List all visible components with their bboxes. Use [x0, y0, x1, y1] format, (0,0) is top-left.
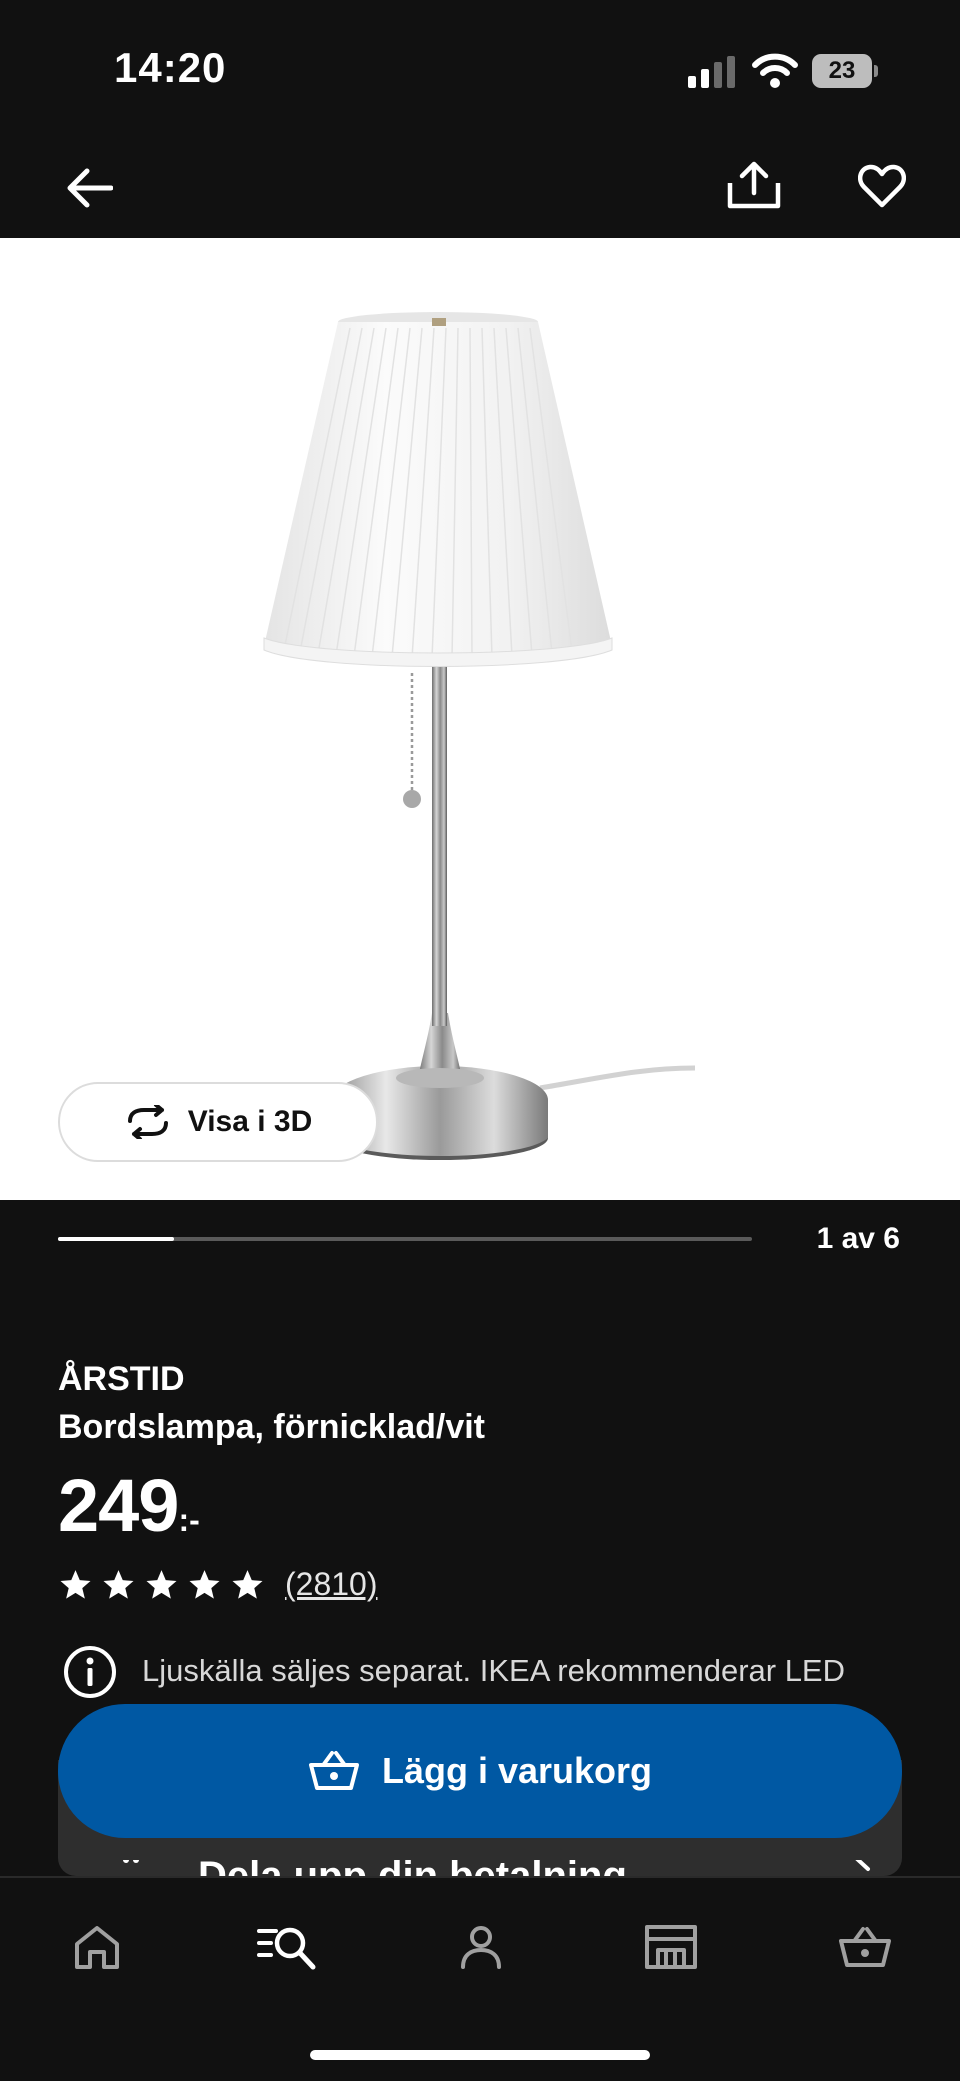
- payment-options-row[interactable]: Dela upp din betalning: [86, 1860, 886, 1876]
- search-list-icon: [257, 1927, 316, 1970]
- store-icon: [645, 1925, 697, 1969]
- carousel-progress-fill: [58, 1237, 174, 1241]
- payment-options-label: Dela upp din betalning: [198, 1860, 627, 1876]
- profile-icon: [461, 1926, 501, 1969]
- image-counter: 1 av 6: [816, 1222, 900, 1255]
- tab-profile[interactable]: [446, 1912, 516, 1982]
- home-icon: [75, 1926, 119, 1969]
- payment-icon: [123, 1860, 139, 1863]
- bottom-tab-bar: [0, 1876, 960, 2081]
- tab-stores[interactable]: [636, 1912, 706, 1982]
- table-lamp-image: [263, 312, 696, 1160]
- home-indicator[interactable]: [310, 2050, 650, 2060]
- price-suffix: :-: [178, 1502, 200, 1538]
- cart-icon: [839, 1927, 891, 1967]
- wifi-icon: [752, 53, 798, 88]
- star-icon: [189, 1569, 220, 1599]
- star-icon: [103, 1569, 134, 1599]
- signal-icon: [688, 56, 735, 88]
- tab-cart[interactable]: [830, 1912, 900, 1982]
- tab-home[interactable]: [62, 1912, 132, 1982]
- star-icon: [60, 1569, 91, 1599]
- price-value: 249: [58, 1464, 179, 1547]
- top-nav-bar: [0, 140, 960, 238]
- star-icon: [146, 1569, 177, 1599]
- cart-icon: [308, 1751, 359, 1790]
- arrow-left-icon: [67, 168, 113, 208]
- back-button[interactable]: [60, 158, 120, 218]
- chevron-right-icon: [855, 1860, 870, 1871]
- rotate-3d-icon: [127, 1105, 168, 1139]
- status-bar: 14:20 23: [0, 0, 960, 140]
- view-in-3d-label: Visa i 3D: [187, 1105, 313, 1138]
- info-icon: [64, 1646, 116, 1698]
- heart-icon: [858, 164, 906, 208]
- favorite-button[interactable]: [852, 156, 912, 216]
- image-carousel-progress[interactable]: [58, 1237, 752, 1241]
- share-button[interactable]: [724, 152, 784, 218]
- tab-search[interactable]: [252, 1912, 322, 1982]
- share-icon: [727, 161, 781, 209]
- status-time: 14:20: [114, 44, 227, 91]
- product-image[interactable]: Visa i 3D: [0, 238, 960, 1200]
- info-text: Ljuskälla säljes separat. IKEA rekommend…: [142, 1653, 845, 1688]
- review-count-link[interactable]: (2810): [285, 1566, 378, 1603]
- product-price: 249 :-: [58, 1466, 200, 1546]
- rating-row[interactable]: (2810): [58, 1566, 378, 1603]
- product-name: ÅRSTID: [58, 1360, 185, 1398]
- info-notice: Ljuskälla säljes separat. IKEA rekommend…: [58, 1644, 908, 1700]
- battery-level: 23: [812, 54, 872, 88]
- star-icon: [232, 1569, 263, 1599]
- battery-icon: 23: [812, 54, 878, 88]
- product-description: Bordslampa, förnicklad/vit: [58, 1408, 485, 1446]
- add-to-cart-label: Lägg i varukorg: [381, 1750, 653, 1791]
- add-to-cart-button[interactable]: Lägg i varukorg: [58, 1704, 902, 1838]
- view-in-3d-button[interactable]: Visa i 3D: [58, 1082, 378, 1162]
